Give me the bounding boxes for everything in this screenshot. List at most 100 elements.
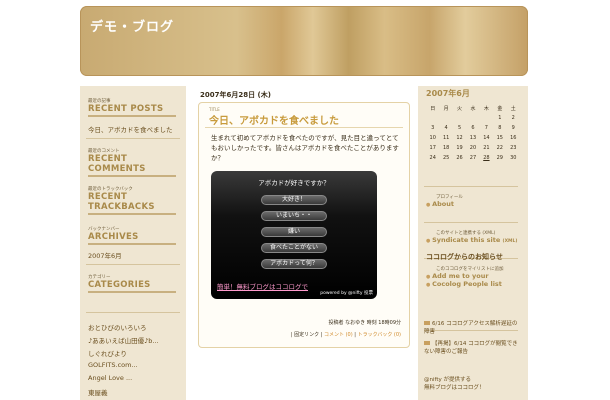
kokolog-news-heading: ココログからのお知らせ — [426, 253, 503, 261]
calendar-day: 20 — [469, 145, 477, 151]
poll-powered-by[interactable]: powered by @nifty 投票 — [320, 290, 373, 296]
calendar-day: 26 — [456, 155, 463, 161]
poll-option-button[interactable]: 食べたことがない — [261, 243, 327, 253]
calendar-day: 12 — [456, 135, 463, 141]
main-content: 2007年6月28日 (木) TITLE 今日、アボカドを食べました 生まれて初… — [194, 86, 414, 400]
heading-rule — [88, 291, 176, 293]
calendar-table: 日 月 火 水 木 金 土 1 2 3 4 5 6 7 8 9 10 11 12… — [426, 103, 520, 163]
calendar-day: 27 — [469, 155, 477, 161]
divider — [86, 264, 180, 265]
heading-rule — [88, 115, 176, 117]
calendar-day: 25 — [442, 155, 450, 161]
calendar-day: 29 — [496, 155, 503, 161]
comment-link[interactable]: コメント (0) — [324, 332, 353, 338]
nifty-promo: @nifty が提供する 無料ブログはココログ！ — [424, 376, 522, 392]
recent-trackbacks-heading: 最近のトラックバック RECENT TRACKBACKS — [88, 186, 186, 215]
calendar-week: 1 2 — [426, 113, 520, 123]
calendar-title: 2007年6月 — [426, 89, 470, 98]
weekday: 日 — [430, 105, 436, 112]
profile-link[interactable]: About — [426, 200, 463, 208]
info-icon — [424, 321, 430, 325]
permalink-link[interactable]: 固定リンク — [294, 332, 319, 338]
sidebar-link[interactable]: 東屋義 — [88, 387, 108, 397]
calendar-day: 15 — [496, 135, 503, 141]
weekday: 月 — [443, 105, 449, 112]
heading-rule — [88, 213, 176, 215]
sidebar-link[interactable]: おとひびのいろいろ — [88, 322, 147, 332]
title-divider — [205, 127, 403, 128]
archives-title: ARCHIVES — [88, 232, 139, 242]
weekday: 土 — [510, 105, 516, 112]
syndicate-block: このサイトと連携する (XML) Syndicate this site (XM… — [426, 230, 517, 244]
poll-option-button[interactable]: いまいち・・ — [261, 211, 327, 221]
post-date: 2007年6月28日 (木) — [200, 91, 271, 99]
cocolog-promo-link[interactable]: 簡単！無料ブログはココログで — [217, 281, 308, 291]
calendar-day: 11 — [442, 135, 450, 141]
recent-comments-title: RECENT COMMENTS — [88, 154, 146, 174]
calendar-day: 1 — [498, 115, 502, 121]
people-link-1[interactable]: Add me to your — [426, 272, 504, 280]
poll-widget: アボカドが好きですか？ 大好き！ いまいち・・ 嫌い 食べたことがない アボカド… — [211, 171, 377, 299]
calendar-day — [426, 113, 439, 123]
blog-header: デモ・ブログ — [80, 6, 528, 76]
weekday: 木 — [483, 105, 489, 112]
calendar-day: 19 — [456, 145, 463, 151]
calendar-weekdays: 日 月 火 水 木 金 土 — [426, 103, 520, 113]
calendar-day: 18 — [442, 145, 450, 151]
calendar-day: 22 — [496, 145, 503, 151]
archive-link[interactable]: 2007年6月 — [88, 250, 122, 260]
calendar-day: 14 — [483, 135, 490, 141]
poll-option-button[interactable]: 嫌い — [261, 227, 327, 237]
news-item[interactable]: 6/16 ココログアクセス解析遅延の障害 — [424, 320, 522, 336]
info-icon — [424, 341, 430, 345]
post-footer-links: | 固定リンク | コメント (0) | トラックバック (0) — [290, 332, 401, 338]
calendar-day: 3 — [431, 125, 435, 131]
heading-rule — [88, 243, 176, 245]
archives-heading: バックナンバー ARCHIVES — [88, 226, 176, 245]
weekday: 金 — [497, 105, 503, 112]
calendar-day: 7 — [484, 125, 488, 131]
syndicate-link[interactable]: Syndicate this site (XML) — [426, 236, 517, 244]
poll-option-button[interactable]: 大好き！ — [261, 195, 327, 205]
recent-comments-heading: 最近のコメント RECENT COMMENTS — [88, 148, 186, 177]
poll-question: アボカドが好きですか？ — [258, 179, 330, 187]
nifty-promo-link[interactable]: 無料ブログはココログ！ — [424, 384, 522, 392]
syndicate-label[interactable]: Syndicate this site — [432, 236, 500, 244]
calendar-day-link[interactable]: 28 — [480, 153, 493, 163]
calendar-day: 23 — [510, 145, 517, 151]
categories-title: CATEGORIES — [88, 280, 151, 290]
calendar-day: 13 — [469, 135, 477, 141]
divider — [424, 186, 518, 187]
syndicate-xml[interactable]: (XML) — [503, 239, 518, 244]
poll-option-button[interactable]: アボカドって何？ — [261, 259, 327, 269]
people-link-2[interactable]: Cocolog People list — [426, 280, 504, 288]
calendar-day: 8 — [498, 125, 502, 131]
post-title[interactable]: 今日、アボカドを食べました — [209, 112, 339, 127]
categories-heading: カテゴリー CATEGORIES — [88, 274, 176, 293]
calendar-week: 10 11 12 13 14 15 16 — [426, 133, 520, 143]
news-item[interactable]: 【再掲】6/14 ココログが閲覧できない障害のご報告 — [424, 340, 522, 356]
recent-trackbacks-title: RECENT TRACKBACKS — [88, 192, 155, 212]
sidebar-link[interactable]: ♪ああいえば山田優♪b... — [88, 335, 159, 345]
recent-post-link[interactable]: 今日、アボカドを食べました — [88, 124, 173, 134]
sidebar-link[interactable]: Angel Love ... — [88, 374, 132, 382]
calendar-day: 4 — [444, 125, 448, 131]
sidebar-link[interactable]: GOLFITS.com... — [88, 361, 138, 369]
blog-title[interactable]: デモ・ブログ — [90, 16, 174, 35]
divider — [424, 222, 518, 223]
trackback-link[interactable]: トラックバック (0) — [358, 332, 401, 338]
calendar-day: 17 — [429, 145, 436, 151]
news-text[interactable]: 【再掲】6/14 ココログが閲覧できない障害のご報告 — [424, 341, 518, 355]
calendar-week: 3 4 5 6 7 8 9 — [426, 123, 520, 133]
weekday: 水 — [470, 105, 476, 112]
recent-posts-title: RECENT POSTS — [88, 104, 164, 114]
sidebar-link[interactable]: しぐれびより — [88, 348, 127, 358]
calendar-day: 24 — [429, 155, 436, 161]
calendar-day: 9 — [511, 125, 515, 131]
divider — [86, 138, 180, 139]
calendar-day: 2 — [511, 115, 515, 121]
news-text[interactable]: 6/16 ココログアクセス解析遅延の障害 — [424, 321, 517, 335]
left-sidebar: 最近の記事 RECENT POSTS 今日、アボカドを食べました 最近のコメント… — [80, 86, 186, 400]
recent-posts-heading: 最近の記事 RECENT POSTS — [88, 98, 176, 117]
calendar-day: 6 — [471, 125, 475, 131]
